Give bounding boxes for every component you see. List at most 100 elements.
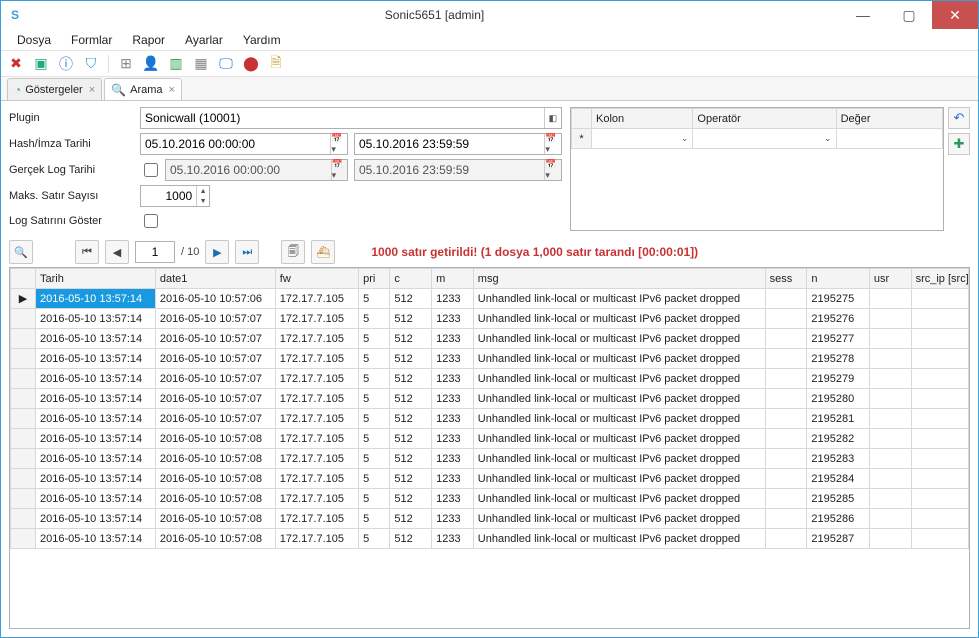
- add-filter-button[interactable]: ✚: [948, 133, 970, 155]
- calendar-icon[interactable]: 📅▾: [544, 134, 561, 154]
- col-c[interactable]: c: [390, 269, 432, 289]
- delete-icon[interactable]: ✖: [5, 53, 27, 75]
- cell[interactable]: [911, 409, 968, 429]
- cell[interactable]: 2016-05-10 13:57:14: [36, 469, 156, 489]
- col-tarih[interactable]: Tarih: [36, 269, 156, 289]
- cell[interactable]: 2195285: [807, 489, 870, 509]
- table-icon[interactable]: ▦: [190, 53, 212, 75]
- calendar-icon[interactable]: 📅▾: [330, 134, 347, 154]
- col-m[interactable]: m: [432, 269, 474, 289]
- plugin-input[interactable]: [141, 108, 544, 128]
- cell[interactable]: 5: [359, 389, 390, 409]
- cell[interactable]: 512: [390, 529, 432, 549]
- cell[interactable]: 172.17.7.105: [275, 429, 358, 449]
- cell[interactable]: Unhandled link-local or multicast IPv6 p…: [473, 529, 765, 549]
- cell[interactable]: 1233: [432, 449, 474, 469]
- cell[interactable]: 5: [359, 529, 390, 549]
- cell[interactable]: 5: [359, 289, 390, 309]
- col-n[interactable]: n: [807, 269, 870, 289]
- col-date1[interactable]: date1: [155, 269, 275, 289]
- cell[interactable]: 172.17.7.105: [275, 449, 358, 469]
- date-input[interactable]: [355, 134, 544, 154]
- filter-grid[interactable]: Kolon Operatör Değer * ⌄ ⌄: [570, 107, 944, 231]
- cell[interactable]: [869, 469, 911, 489]
- cell[interactable]: Unhandled link-local or multicast IPv6 p…: [473, 349, 765, 369]
- cell[interactable]: [911, 429, 968, 449]
- cell[interactable]: 2195284: [807, 469, 870, 489]
- cell[interactable]: 5: [359, 409, 390, 429]
- cell[interactable]: [765, 409, 807, 429]
- tab-gostergeler[interactable]: ◔ Göstergeler ×: [7, 78, 102, 100]
- cell[interactable]: [765, 369, 807, 389]
- table-row[interactable]: ▶2016-05-10 13:57:142016-05-10 10:57:061…: [11, 289, 969, 309]
- cell[interactable]: 512: [390, 449, 432, 469]
- cell[interactable]: [765, 509, 807, 529]
- cell[interactable]: [765, 469, 807, 489]
- cell[interactable]: [765, 489, 807, 509]
- cell[interactable]: 1233: [432, 309, 474, 329]
- cell[interactable]: 2016-05-10 10:57:08: [155, 429, 275, 449]
- cell[interactable]: 172.17.7.105: [275, 329, 358, 349]
- table-row[interactable]: 2016-05-10 13:57:142016-05-10 10:57:0717…: [11, 309, 969, 329]
- table-row[interactable]: 2016-05-10 13:57:142016-05-10 10:57:0717…: [11, 349, 969, 369]
- maximize-button[interactable]: ▢: [886, 1, 932, 29]
- col-sess[interactable]: sess: [765, 269, 807, 289]
- cell[interactable]: [765, 329, 807, 349]
- cell[interactable]: 2016-05-10 10:57:08: [155, 509, 275, 529]
- real-date-checkbox[interactable]: [144, 163, 158, 177]
- cell[interactable]: 2016-05-10 13:57:14: [36, 369, 156, 389]
- cell[interactable]: [869, 389, 911, 409]
- cell[interactable]: 2016-05-10 10:57:06: [155, 289, 275, 309]
- prev-page-button[interactable]: ◀: [105, 240, 129, 264]
- col-srcip[interactable]: src_ip [src]: [911, 269, 968, 289]
- cell[interactable]: 5: [359, 369, 390, 389]
- cell[interactable]: Unhandled link-local or multicast IPv6 p…: [473, 369, 765, 389]
- step-up[interactable]: ▲: [197, 186, 209, 196]
- cell[interactable]: [765, 429, 807, 449]
- hash-from-input[interactable]: 📅▾: [140, 133, 348, 155]
- cell[interactable]: 512: [390, 329, 432, 349]
- col-usr[interactable]: usr: [869, 269, 911, 289]
- next-page-button[interactable]: ▶: [205, 240, 229, 264]
- cell[interactable]: [911, 449, 968, 469]
- cell[interactable]: 172.17.7.105: [275, 369, 358, 389]
- date-input[interactable]: [141, 134, 330, 154]
- close-icon[interactable]: ×: [169, 84, 175, 96]
- cell[interactable]: [911, 389, 968, 409]
- cell[interactable]: [869, 369, 911, 389]
- cell[interactable]: 172.17.7.105: [275, 309, 358, 329]
- cell[interactable]: 172.17.7.105: [275, 529, 358, 549]
- cell[interactable]: 2195280: [807, 389, 870, 409]
- filter-value-cell[interactable]: [836, 129, 942, 149]
- minimize-button[interactable]: —: [840, 1, 886, 29]
- cell[interactable]: 2016-05-10 13:57:14: [36, 309, 156, 329]
- cell[interactable]: 2016-05-10 10:57:07: [155, 389, 275, 409]
- cell[interactable]: Unhandled link-local or multicast IPv6 p…: [473, 449, 765, 469]
- hash-to-input[interactable]: 📅▾: [354, 133, 562, 155]
- cell[interactable]: 2016-05-10 10:57:07: [155, 409, 275, 429]
- table-row[interactable]: 2016-05-10 13:57:142016-05-10 10:57:0817…: [11, 429, 969, 449]
- table-row[interactable]: 2016-05-10 13:57:142016-05-10 10:57:0717…: [11, 329, 969, 349]
- cell[interactable]: 2016-05-10 13:57:14: [36, 329, 156, 349]
- cell[interactable]: [765, 289, 807, 309]
- tab-arama[interactable]: 🔍 Arama ×: [104, 78, 182, 100]
- cell[interactable]: [765, 389, 807, 409]
- cell[interactable]: 512: [390, 469, 432, 489]
- cell[interactable]: 2016-05-10 13:57:14: [36, 489, 156, 509]
- cell[interactable]: Unhandled link-local or multicast IPv6 p…: [473, 429, 765, 449]
- cell[interactable]: 2195278: [807, 349, 870, 369]
- cell[interactable]: 2195281: [807, 409, 870, 429]
- cell[interactable]: [911, 529, 968, 549]
- cell[interactable]: 2016-05-10 10:57:07: [155, 349, 275, 369]
- menu-dosya[interactable]: Dosya: [7, 29, 61, 50]
- cell[interactable]: 5: [359, 489, 390, 509]
- table-row[interactable]: 2016-05-10 13:57:142016-05-10 10:57:0717…: [11, 409, 969, 429]
- show-line-checkbox[interactable]: [144, 214, 158, 228]
- cell[interactable]: 1233: [432, 329, 474, 349]
- cell[interactable]: [869, 409, 911, 429]
- cell[interactable]: 2195275: [807, 289, 870, 309]
- cell[interactable]: 512: [390, 489, 432, 509]
- export-button[interactable]: ⛴: [311, 240, 335, 264]
- table-row[interactable]: 2016-05-10 13:57:142016-05-10 10:57:0817…: [11, 489, 969, 509]
- cell[interactable]: [911, 309, 968, 329]
